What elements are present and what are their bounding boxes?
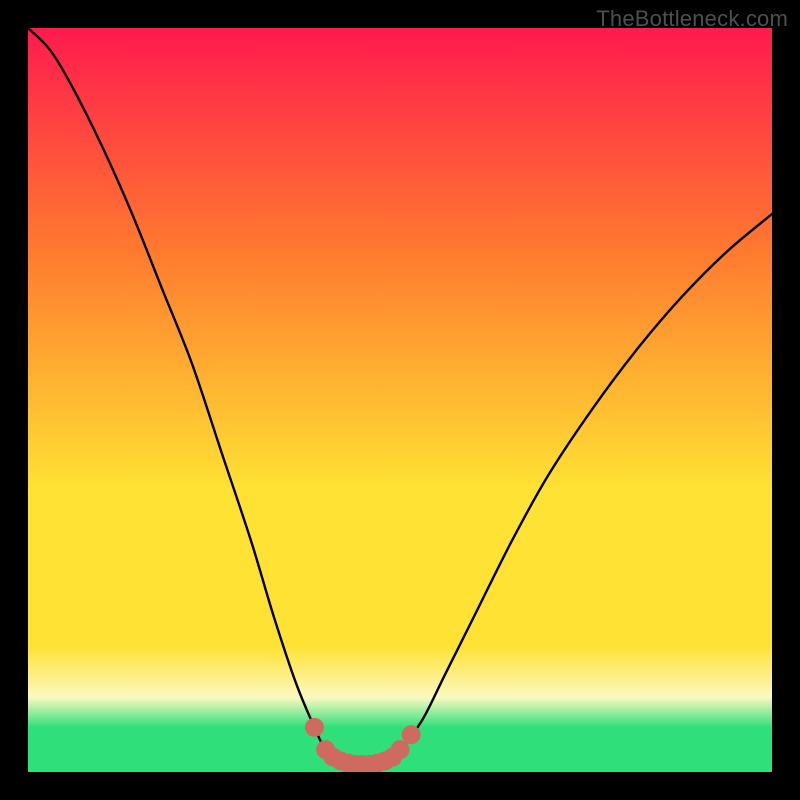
curve-marker bbox=[305, 718, 324, 737]
watermark-text: TheBottleneck.com bbox=[596, 6, 788, 32]
curve-marker bbox=[402, 725, 421, 744]
chart-svg bbox=[28, 28, 772, 772]
plot-area bbox=[28, 28, 772, 772]
gradient-background bbox=[28, 28, 772, 772]
chart-frame: TheBottleneck.com bbox=[0, 0, 800, 800]
